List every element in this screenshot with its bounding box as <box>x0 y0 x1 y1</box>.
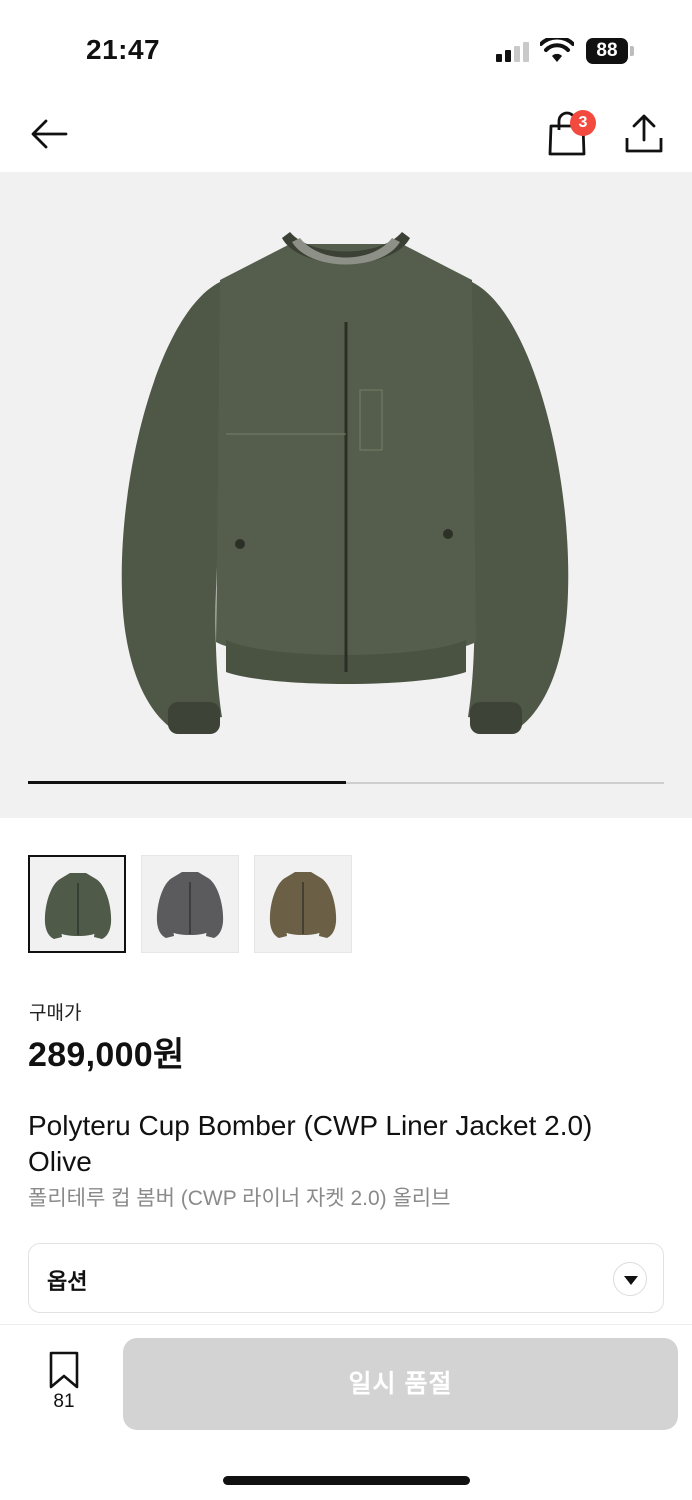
product-image <box>121 232 569 734</box>
wifi-icon <box>540 38 574 62</box>
thumbnail-image <box>156 872 224 938</box>
home-indicator <box>223 1476 470 1485</box>
cellular-signal-icon <box>496 42 529 62</box>
thumbnail-image <box>269 872 337 938</box>
dropdown-arrow-icon[interactable] <box>613 1262 647 1296</box>
gallery-progress-track <box>28 781 664 784</box>
bookmark-count: 81 <box>53 1391 75 1412</box>
share-icon[interactable] <box>622 112 666 156</box>
battery-icon: 88 <box>586 38 634 64</box>
gallery-progress-fill <box>28 781 346 784</box>
color-thumbnails <box>28 855 352 953</box>
price: 289,000원 <box>28 1036 185 1074</box>
back-arrow-icon[interactable] <box>28 112 72 156</box>
status-time: 21:47 <box>86 34 161 65</box>
thumbnail-brown[interactable] <box>254 855 352 953</box>
status-bar: 21:47 88 <box>0 0 692 100</box>
product-subtitle: 폴리테루 컵 봄버 (CWP 라이너 자켓 2.0) 올리브 <box>28 1187 451 1210</box>
cart-count-badge: 3 <box>570 110 596 136</box>
sold-out-button[interactable]: 일시 품절 <box>123 1338 678 1430</box>
thumbnail-image <box>44 873 112 939</box>
battery-level: 88 <box>586 38 628 64</box>
product-title: Polyteru Cup Bomber (CWP Liner Jacket 2.… <box>28 1110 593 1177</box>
thumbnail-gray[interactable] <box>141 855 239 953</box>
thumbnail-olive[interactable] <box>28 855 126 953</box>
option-label: 옵션 <box>47 1269 88 1294</box>
bookmark-button[interactable]: 81 <box>42 1351 86 1431</box>
bottom-action-bar: 81 일시 품절 <box>0 1324 692 1500</box>
nav-bar: 3 <box>0 100 692 172</box>
product-image-gallery[interactable] <box>0 172 692 818</box>
price-label: 구매가 <box>29 1003 82 1024</box>
option-select[interactable]: 옵션 <box>28 1243 664 1313</box>
bookmark-icon <box>49 1351 79 1389</box>
